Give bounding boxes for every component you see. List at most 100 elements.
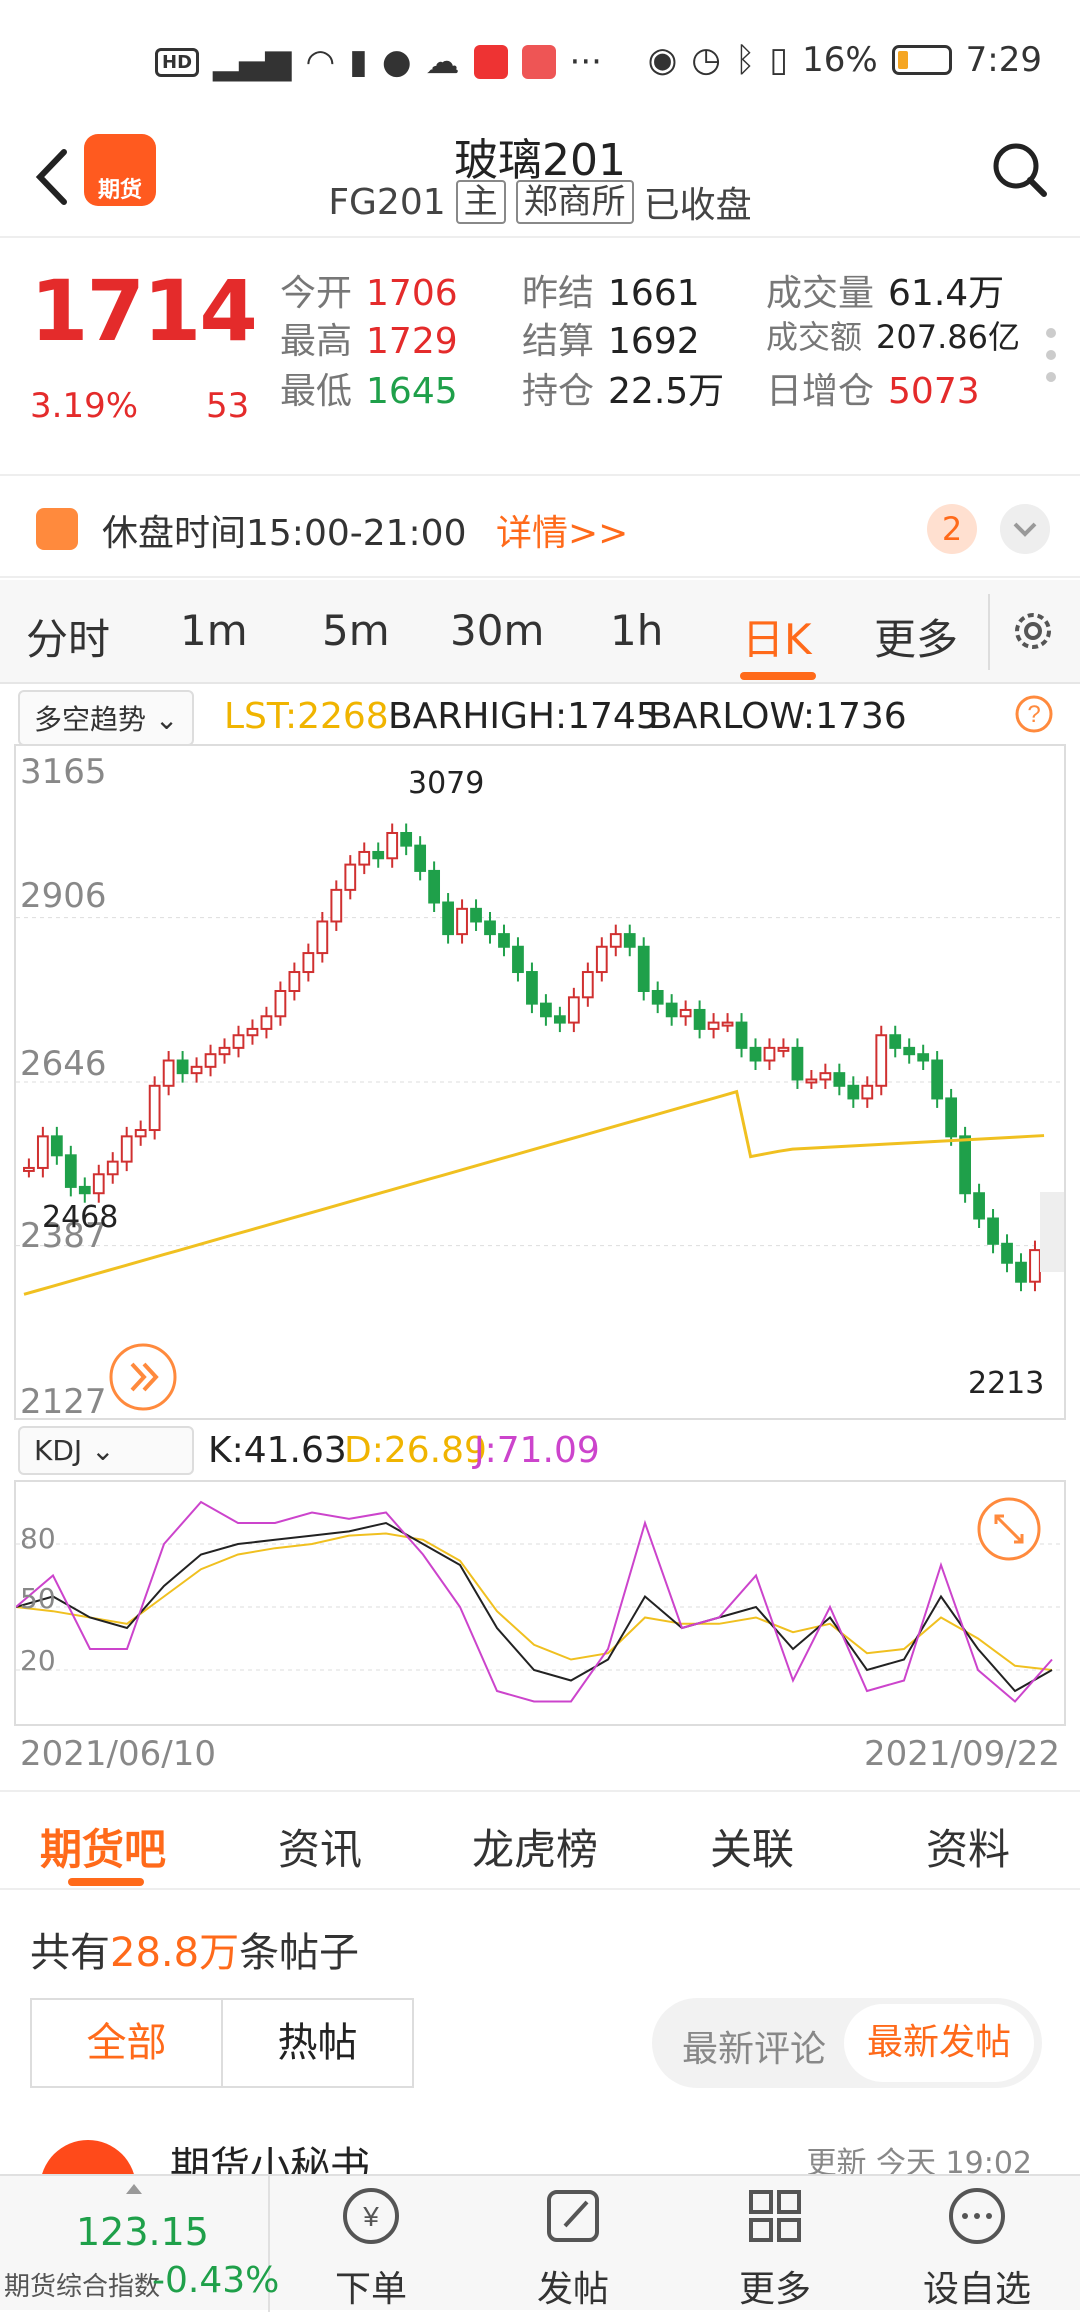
- more-circle-icon: [949, 2188, 1005, 2244]
- quote-field-label: 最高: [280, 321, 353, 362]
- quote-field: 结算 1692: [522, 312, 700, 364]
- alert-icon: ▮: [349, 42, 368, 82]
- candle-body: [246, 1027, 259, 1037]
- nav-order[interactable]: ¥ 下单: [296, 2186, 446, 2310]
- tab-1h[interactable]: 1h: [610, 606, 663, 655]
- indicator-select[interactable]: 多空趋势 ⌄: [18, 690, 195, 746]
- tab-info[interactable]: 资料: [926, 1816, 1010, 1877]
- sort-latest-comment[interactable]: 最新评论: [682, 2020, 826, 2072]
- svg-text:¥: ¥: [362, 2201, 379, 2232]
- candle-body: [819, 1072, 832, 1081]
- candle-body: [637, 945, 650, 992]
- candle-body: [134, 1129, 147, 1138]
- candle-body: [120, 1135, 133, 1163]
- tab-intraday[interactable]: 分时: [26, 606, 110, 667]
- sort-latest-post[interactable]: 最新发帖: [844, 2004, 1034, 2082]
- kdj-y-tick: 20: [20, 1644, 56, 1677]
- index-label: 期货综合指数: [4, 2272, 161, 2302]
- quote-field: 成交量 61.4万: [766, 264, 1004, 316]
- alarm-icon: ◷: [691, 40, 721, 80]
- quote-field-value: 1661: [608, 273, 700, 314]
- candle-body: [512, 945, 524, 974]
- candle-body: [931, 1059, 944, 1100]
- quote-field-value: 207.86亿: [876, 318, 1020, 356]
- candle-body: [358, 850, 371, 866]
- tab-5m[interactable]: 5m: [322, 606, 390, 655]
- wifi-icon: ◠: [305, 42, 336, 82]
- tab-30m[interactable]: 30m: [450, 606, 544, 655]
- notice-details-link[interactable]: 详情>>: [496, 504, 628, 556]
- change-value: 53: [206, 386, 250, 426]
- collapse-handle[interactable]: [1040, 1192, 1064, 1272]
- quote-field-label: 成交量: [766, 273, 875, 314]
- candlestick-chart[interactable]: 3165 2906 2646 2387 2127 3079 2468 2213: [14, 744, 1066, 1422]
- tab-1m[interactable]: 1m: [180, 606, 248, 655]
- quote-field: 今开 1706: [280, 264, 458, 316]
- nav-watchlist[interactable]: 设自选: [902, 2186, 1052, 2310]
- candle-body: [1015, 1261, 1027, 1283]
- kdj-y-tick: 50: [20, 1582, 56, 1615]
- candle-body: [945, 1097, 958, 1138]
- candle-body: [190, 1065, 203, 1075]
- candle-body: [148, 1084, 161, 1132]
- chevron-up-icon: [126, 2184, 142, 2194]
- tab-related[interactable]: 关联: [710, 1816, 794, 1877]
- quote-field: 成交额 207.86亿: [766, 312, 1020, 358]
- composite-index[interactable]: 123.15 期货综合指数 -0.43%: [0, 2176, 279, 2312]
- bottom-nav: 123.15 期货综合指数 -0.43% ¥ 下单 发帖 更多 设自选: [0, 2174, 1080, 2312]
- active-tab-underline: [68, 1878, 144, 1886]
- candle-body: [861, 1084, 874, 1100]
- tab-more[interactable]: 更多: [874, 606, 958, 667]
- quote-field-label: 日增仓: [766, 371, 875, 412]
- clock: 7:29: [965, 40, 1042, 80]
- candle-body: [372, 850, 385, 860]
- battery-icon: [891, 45, 952, 75]
- candle-body: [162, 1059, 175, 1087]
- tab-daily-k[interactable]: 日K: [742, 606, 812, 667]
- expand-icon[interactable]: [976, 1496, 1042, 1562]
- help-icon[interactable]: ?: [1014, 694, 1054, 734]
- post-count-prefix: 共有: [30, 1930, 110, 1976]
- search-icon[interactable]: [990, 140, 1050, 200]
- candle-body: [987, 1217, 999, 1245]
- j-line: [16, 1500, 1053, 1703]
- candle-body: [721, 1021, 734, 1027]
- chat-icon: ●: [381, 42, 412, 82]
- candle-body: [777, 1046, 790, 1052]
- more-dots-icon[interactable]: [1046, 328, 1058, 394]
- chevron-down-icon: ⌄: [154, 703, 179, 736]
- candle-body: [1029, 1249, 1041, 1283]
- tab-news[interactable]: 资讯: [278, 1816, 362, 1877]
- end-date: 2021/09/22: [864, 1734, 1060, 1774]
- tab-futures-forum[interactable]: 期货吧: [40, 1816, 166, 1877]
- candle-body: [595, 945, 608, 974]
- kdj-name: KDJ: [34, 1434, 83, 1467]
- nav-more[interactable]: 更多: [700, 2186, 850, 2310]
- tab-dragon-tiger[interactable]: 龙虎榜: [472, 1816, 598, 1877]
- svg-text:?: ?: [1027, 701, 1040, 728]
- status-bar: HD ▂▄▆ ◠ ▮ ● ☁ ··· ◉ ◷ ᛒ ▯ 16% 7:29: [0, 0, 1080, 125]
- gear-icon[interactable]: [1008, 606, 1058, 656]
- divider: [988, 594, 990, 670]
- candle-body: [581, 971, 594, 999]
- forward-icon[interactable]: [108, 1342, 178, 1412]
- quote-field: 持仓 22.5万: [522, 362, 724, 414]
- filter-all[interactable]: 全部: [32, 2000, 223, 2086]
- quote-field-value: 1692: [608, 321, 700, 362]
- nav-post[interactable]: 发帖: [498, 2186, 648, 2310]
- kdj-j: J:71.09: [474, 1430, 600, 1471]
- candle-body: [470, 907, 482, 923]
- candle-body: [288, 971, 301, 992]
- kdj-chart[interactable]: 80 50 20: [14, 1480, 1066, 1726]
- filter-hot[interactable]: 热帖: [223, 2000, 412, 2086]
- index-value: 123.15: [76, 2210, 209, 2254]
- chevron-down-icon[interactable]: [1000, 504, 1050, 554]
- quote-field-value: 1729: [366, 321, 458, 362]
- candle-body: [414, 844, 427, 872]
- notice-bar[interactable]: 休盘时间15:00-21:00 详情>> 2: [0, 478, 1080, 578]
- nav-label: 发帖: [536, 2269, 609, 2310]
- vibrate-icon: ▯: [769, 40, 789, 80]
- candle-body: [64, 1154, 77, 1188]
- post-item[interactable]: 期货小秘书 更新 今天 19:02: [0, 2118, 1080, 2236]
- kdj-select[interactable]: KDJ ⌄: [18, 1426, 194, 1475]
